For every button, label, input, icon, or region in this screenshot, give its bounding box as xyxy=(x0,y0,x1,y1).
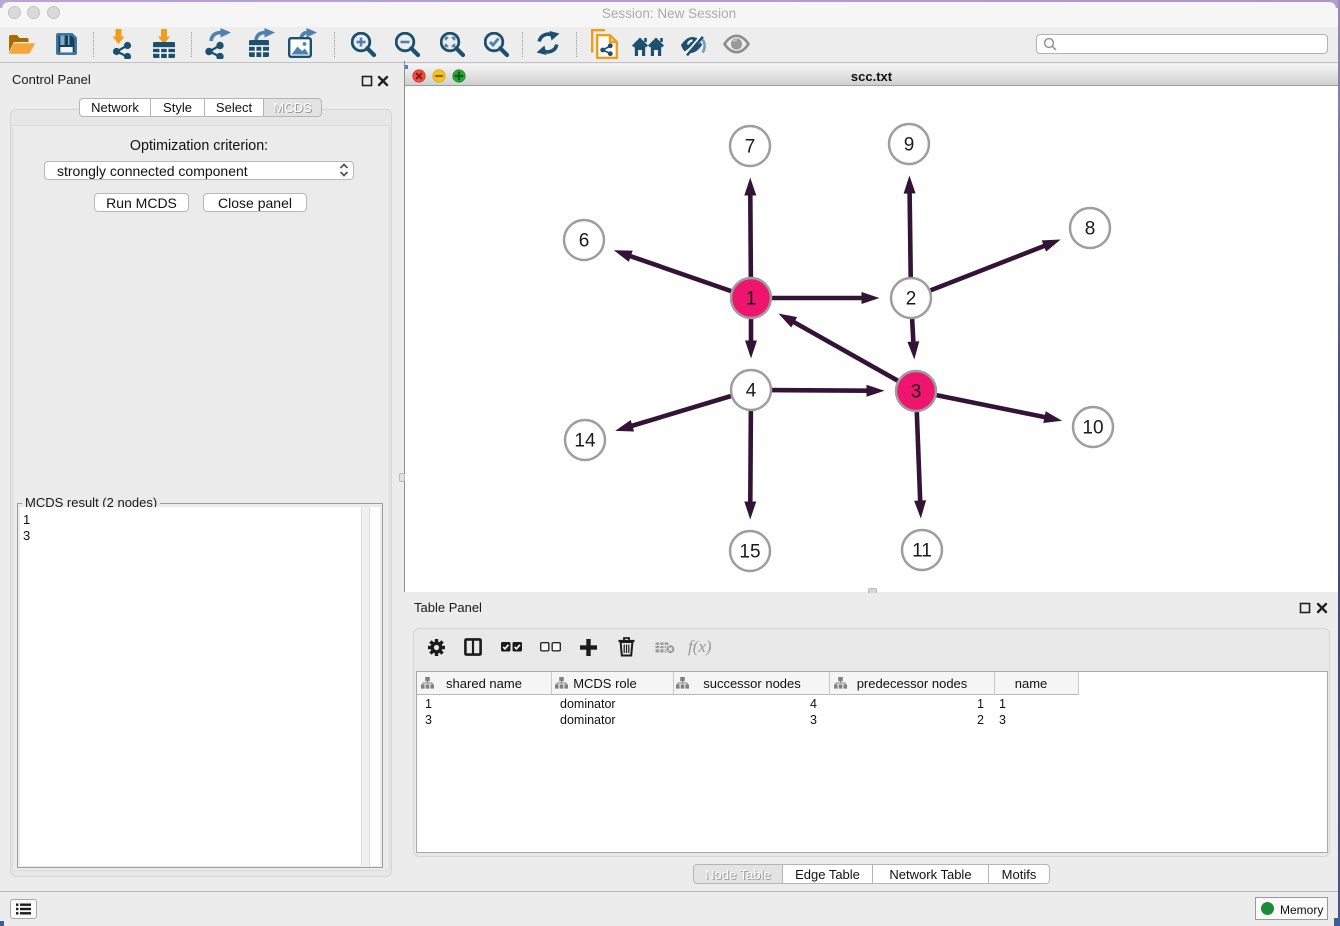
svg-text:1: 1 xyxy=(746,289,757,310)
svg-text:6: 6 xyxy=(579,231,590,252)
svg-text:8: 8 xyxy=(1085,219,1096,240)
svg-text:11: 11 xyxy=(912,541,932,562)
svg-text:3: 3 xyxy=(911,382,922,403)
svg-text:9: 9 xyxy=(904,135,915,156)
svg-text:4: 4 xyxy=(746,381,757,402)
svg-text:7: 7 xyxy=(745,137,756,158)
svg-text:14: 14 xyxy=(574,431,596,452)
svg-text:10: 10 xyxy=(1082,418,1103,439)
svg-text:2: 2 xyxy=(906,289,917,310)
svg-text:15: 15 xyxy=(739,542,760,563)
